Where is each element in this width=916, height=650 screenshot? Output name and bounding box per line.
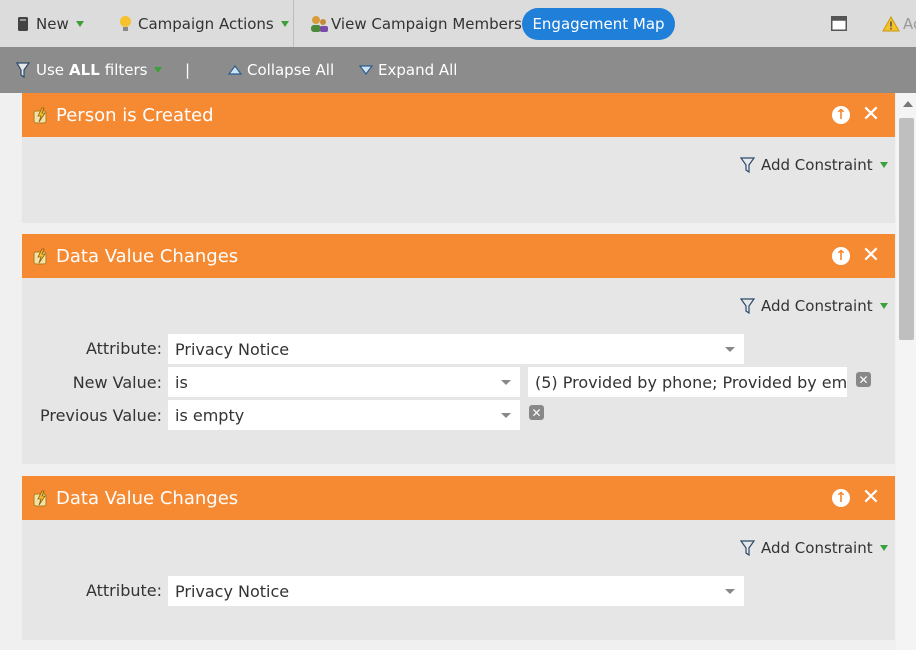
add-constraint-menu[interactable]: Add Constraint bbox=[740, 538, 888, 558]
expand-triangle-icon bbox=[359, 65, 373, 75]
engagement-map-button[interactable]: Engagement Map bbox=[522, 8, 675, 40]
alerts-button[interactable]: Ac bbox=[882, 0, 916, 47]
move-up-button[interactable]: ↑ bbox=[832, 106, 850, 124]
trigger-header: Data Value Changes ↑ ✕ bbox=[22, 234, 895, 278]
add-constraint-label: Add Constraint bbox=[761, 156, 873, 174]
remove-trigger-button[interactable]: ✕ bbox=[861, 101, 881, 127]
filter-toolbar: Use ALL filters | Collapse All Expand Al… bbox=[0, 47, 916, 93]
dropdown-arrow-icon bbox=[725, 589, 735, 594]
new-menu[interactable]: New bbox=[17, 0, 84, 47]
add-constraint-menu[interactable]: Add Constraint bbox=[740, 296, 888, 316]
scrollbar-thumb[interactable] bbox=[899, 118, 914, 340]
remove-trigger-button[interactable]: ✕ bbox=[861, 484, 881, 510]
new-value-label: New Value: bbox=[72, 373, 162, 392]
trigger-header: Data Value Changes ↑ ✕ bbox=[22, 476, 895, 520]
new-menu-label: New bbox=[36, 14, 69, 33]
toolbar-divider bbox=[293, 0, 294, 47]
chevron-down-icon bbox=[154, 67, 163, 73]
attribute-select[interactable]: Privacy Notice bbox=[168, 576, 744, 606]
chevron-down-icon bbox=[879, 545, 888, 551]
collapse-all-button[interactable]: Collapse All bbox=[228, 47, 334, 93]
top-toolbar: New Campaign Actions View Campaign Membe… bbox=[0, 0, 916, 48]
window-icon bbox=[831, 16, 847, 31]
scroll-up-arrow-icon[interactable] bbox=[903, 101, 913, 107]
remove-trigger-button[interactable]: ✕ bbox=[861, 242, 881, 268]
trigger-title: Data Value Changes bbox=[56, 487, 239, 509]
collapse-triangle-icon bbox=[228, 65, 242, 75]
chevron-down-icon bbox=[75, 20, 84, 27]
trigger-bolt-icon bbox=[33, 107, 47, 124]
attribute-value: Privacy Notice bbox=[175, 339, 290, 359]
trigger-title: Person is Created bbox=[56, 104, 214, 126]
previous-value-operator: is empty bbox=[175, 405, 245, 425]
add-constraint-label: Add Constraint bbox=[761, 297, 873, 315]
trigger-panel-person-created: Person is Created ↑ ✕ Add Constraint bbox=[22, 93, 895, 223]
delete-icon: ✕ bbox=[531, 405, 542, 420]
new-value-operator-select[interactable]: is bbox=[168, 367, 520, 397]
attribute-value: Privacy Notice bbox=[175, 581, 290, 601]
chevron-down-icon bbox=[879, 303, 888, 309]
expand-all-label: Expand All bbox=[378, 61, 458, 79]
chevron-down-icon bbox=[879, 162, 888, 168]
arrow-up-icon: ↑ bbox=[835, 490, 847, 506]
remove-previous-value-button[interactable]: ✕ bbox=[529, 405, 544, 420]
trigger-panel-data-value-changes-1: Data Value Changes ↑ ✕ Add Constraint At… bbox=[22, 234, 895, 464]
new-document-icon bbox=[18, 16, 28, 31]
remove-new-value-button[interactable]: ✕ bbox=[856, 372, 871, 387]
trigger-title: Data Value Changes bbox=[56, 245, 239, 267]
use-all-suffix: filters bbox=[104, 61, 148, 79]
filter-funnel-icon bbox=[16, 62, 31, 79]
trigger-bolt-icon bbox=[33, 248, 47, 265]
attribute-label: Attribute: bbox=[85, 339, 162, 358]
move-up-button[interactable]: ↑ bbox=[832, 489, 850, 507]
new-value-input[interactable]: (5) Provided by phone; Provided by email… bbox=[528, 367, 847, 397]
delete-icon: ✕ bbox=[858, 372, 869, 387]
engagement-map-label: Engagement Map bbox=[532, 15, 665, 33]
close-icon: ✕ bbox=[861, 484, 881, 510]
toolbar-separator: | bbox=[185, 47, 190, 93]
use-all-filters-menu[interactable]: Use ALL filters bbox=[16, 47, 163, 93]
add-constraint-menu[interactable]: Add Constraint bbox=[740, 155, 888, 175]
expand-all-button[interactable]: Expand All bbox=[359, 47, 457, 93]
chevron-down-icon bbox=[280, 20, 289, 27]
window-toggle-button[interactable] bbox=[831, 0, 847, 47]
view-campaign-members-button[interactable]: View Campaign Members bbox=[309, 0, 522, 47]
warning-icon bbox=[882, 15, 900, 31]
campaign-actions-label: Campaign Actions bbox=[138, 14, 274, 33]
dropdown-arrow-icon bbox=[725, 347, 735, 352]
filter-funnel-icon bbox=[740, 157, 756, 174]
use-all-bold: ALL bbox=[69, 61, 100, 79]
view-members-label: View Campaign Members bbox=[331, 14, 522, 33]
members-icon bbox=[311, 15, 328, 32]
new-value-text: (5) Provided by phone; Provided by email… bbox=[535, 372, 847, 392]
alerts-label: Ac bbox=[903, 14, 916, 33]
trigger-bolt-icon bbox=[33, 490, 47, 507]
arrow-up-icon: ↑ bbox=[835, 107, 847, 123]
close-icon: ✕ bbox=[861, 101, 881, 127]
arrow-up-icon: ↑ bbox=[835, 248, 847, 264]
dropdown-arrow-icon bbox=[501, 380, 511, 385]
collapse-all-label: Collapse All bbox=[247, 61, 335, 79]
separator-text: | bbox=[185, 61, 191, 79]
use-all-prefix: Use bbox=[36, 61, 65, 79]
close-icon: ✕ bbox=[861, 242, 881, 268]
campaign-actions-menu[interactable]: Campaign Actions bbox=[119, 0, 289, 47]
dropdown-arrow-icon bbox=[501, 413, 511, 418]
attribute-label: Attribute: bbox=[85, 581, 162, 600]
new-value-operator: is bbox=[175, 372, 188, 392]
move-up-button[interactable]: ↑ bbox=[832, 247, 850, 265]
lightbulb-icon bbox=[120, 15, 131, 31]
filter-funnel-icon bbox=[740, 540, 756, 557]
filter-funnel-icon bbox=[740, 298, 756, 315]
attribute-select[interactable]: Privacy Notice bbox=[168, 334, 744, 364]
previous-value-label: Previous Value: bbox=[39, 406, 162, 425]
trigger-header: Person is Created ↑ ✕ bbox=[22, 93, 895, 137]
add-constraint-label: Add Constraint bbox=[761, 539, 873, 557]
trigger-panel-data-value-changes-2: Data Value Changes ↑ ✕ Add Constraint At… bbox=[22, 476, 895, 640]
previous-value-operator-select[interactable]: is empty bbox=[168, 400, 520, 430]
